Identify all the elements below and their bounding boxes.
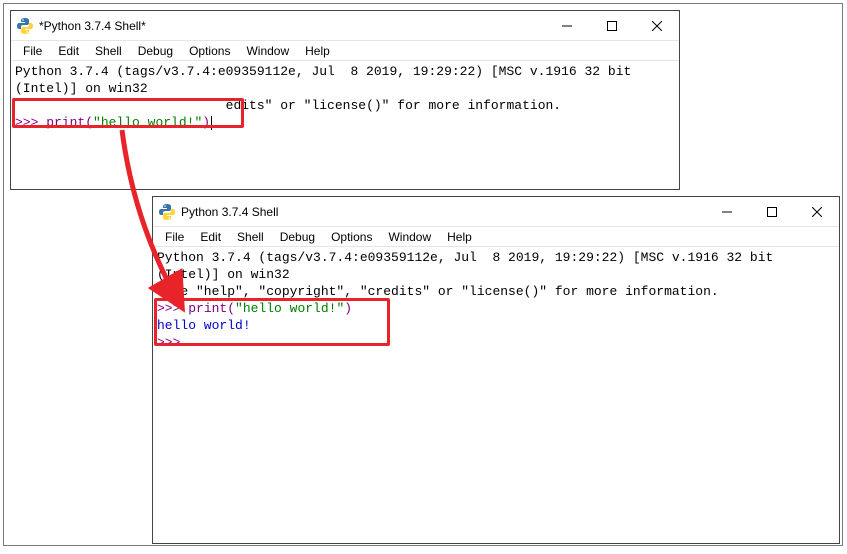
menu-options[interactable]: Options	[183, 43, 236, 59]
version-line-2: (Intel)] on win32	[15, 81, 148, 96]
version-line-2: (Intel)] on win32	[157, 267, 290, 282]
maximize-button[interactable]	[589, 11, 634, 40]
menu-help[interactable]: Help	[299, 43, 336, 59]
string-literal: "hello world!"	[93, 115, 202, 130]
string-literal: "hello world!"	[235, 301, 344, 316]
menu-debug[interactable]: Debug	[274, 229, 321, 245]
menubar: File Edit Shell Debug Options Window Hel…	[153, 227, 839, 247]
menu-edit[interactable]: Edit	[52, 43, 85, 59]
func-call: print	[46, 115, 85, 130]
titlebar[interactable]: *Python 3.7.4 Shell*	[11, 11, 679, 41]
menu-file[interactable]: File	[17, 43, 48, 59]
menubar: File Edit Shell Debug Options Window Hel…	[11, 41, 679, 61]
func-call: print	[188, 301, 227, 316]
version-line-1: Python 3.7.4 (tags/v3.7.4:e09359112e, Ju…	[157, 250, 773, 265]
menu-edit[interactable]: Edit	[194, 229, 227, 245]
close-button[interactable]	[634, 11, 679, 40]
minimize-button[interactable]	[544, 11, 589, 40]
menu-debug[interactable]: Debug	[132, 43, 179, 59]
window-title: Python 3.7.4 Shell	[181, 205, 278, 219]
menu-window[interactable]: Window	[382, 229, 437, 245]
screenshot-frame: *Python 3.7.4 Shell* File Edit Shell Deb…	[3, 3, 843, 546]
menu-help[interactable]: Help	[441, 229, 478, 245]
info-line: Type "help", "copyright", "credits" or "…	[157, 284, 719, 299]
menu-window[interactable]: Window	[240, 43, 295, 59]
info-line-suffix: edits" or "license()" for more informati…	[226, 98, 561, 113]
python-shell-window-1: *Python 3.7.4 Shell* File Edit Shell Deb…	[10, 10, 680, 190]
menu-shell[interactable]: Shell	[231, 229, 270, 245]
python-icon	[159, 204, 175, 220]
minimize-button[interactable]	[704, 197, 749, 226]
prompt: >>>	[15, 115, 46, 130]
shell-text-area[interactable]: Python 3.7.4 (tags/v3.7.4:e09359112e, Ju…	[153, 247, 839, 543]
window-controls	[544, 11, 679, 40]
menu-file[interactable]: File	[159, 229, 190, 245]
menu-options[interactable]: Options	[325, 229, 378, 245]
titlebar[interactable]: Python 3.7.4 Shell	[153, 197, 839, 227]
prompt: >>>	[157, 301, 188, 316]
paren-open: (	[227, 301, 235, 316]
paren-open: (	[85, 115, 93, 130]
maximize-button[interactable]	[749, 197, 794, 226]
menu-shell[interactable]: Shell	[89, 43, 128, 59]
text-cursor	[211, 116, 212, 130]
prompt-next: >>>	[157, 335, 188, 350]
paren-close: )	[344, 301, 352, 316]
output-line: hello world!	[157, 318, 251, 333]
paren-close: )	[202, 115, 210, 130]
shell-text-area[interactable]: Python 3.7.4 (tags/v3.7.4:e09359112e, Ju…	[11, 61, 679, 189]
python-shell-window-2: Python 3.7.4 Shell File Edit Shell Debug…	[152, 196, 840, 544]
version-line-1: Python 3.7.4 (tags/v3.7.4:e09359112e, Ju…	[15, 64, 631, 79]
close-button[interactable]	[794, 197, 839, 226]
window-title: *Python 3.7.4 Shell*	[39, 19, 146, 33]
python-icon	[17, 18, 33, 34]
window-controls	[704, 197, 839, 226]
